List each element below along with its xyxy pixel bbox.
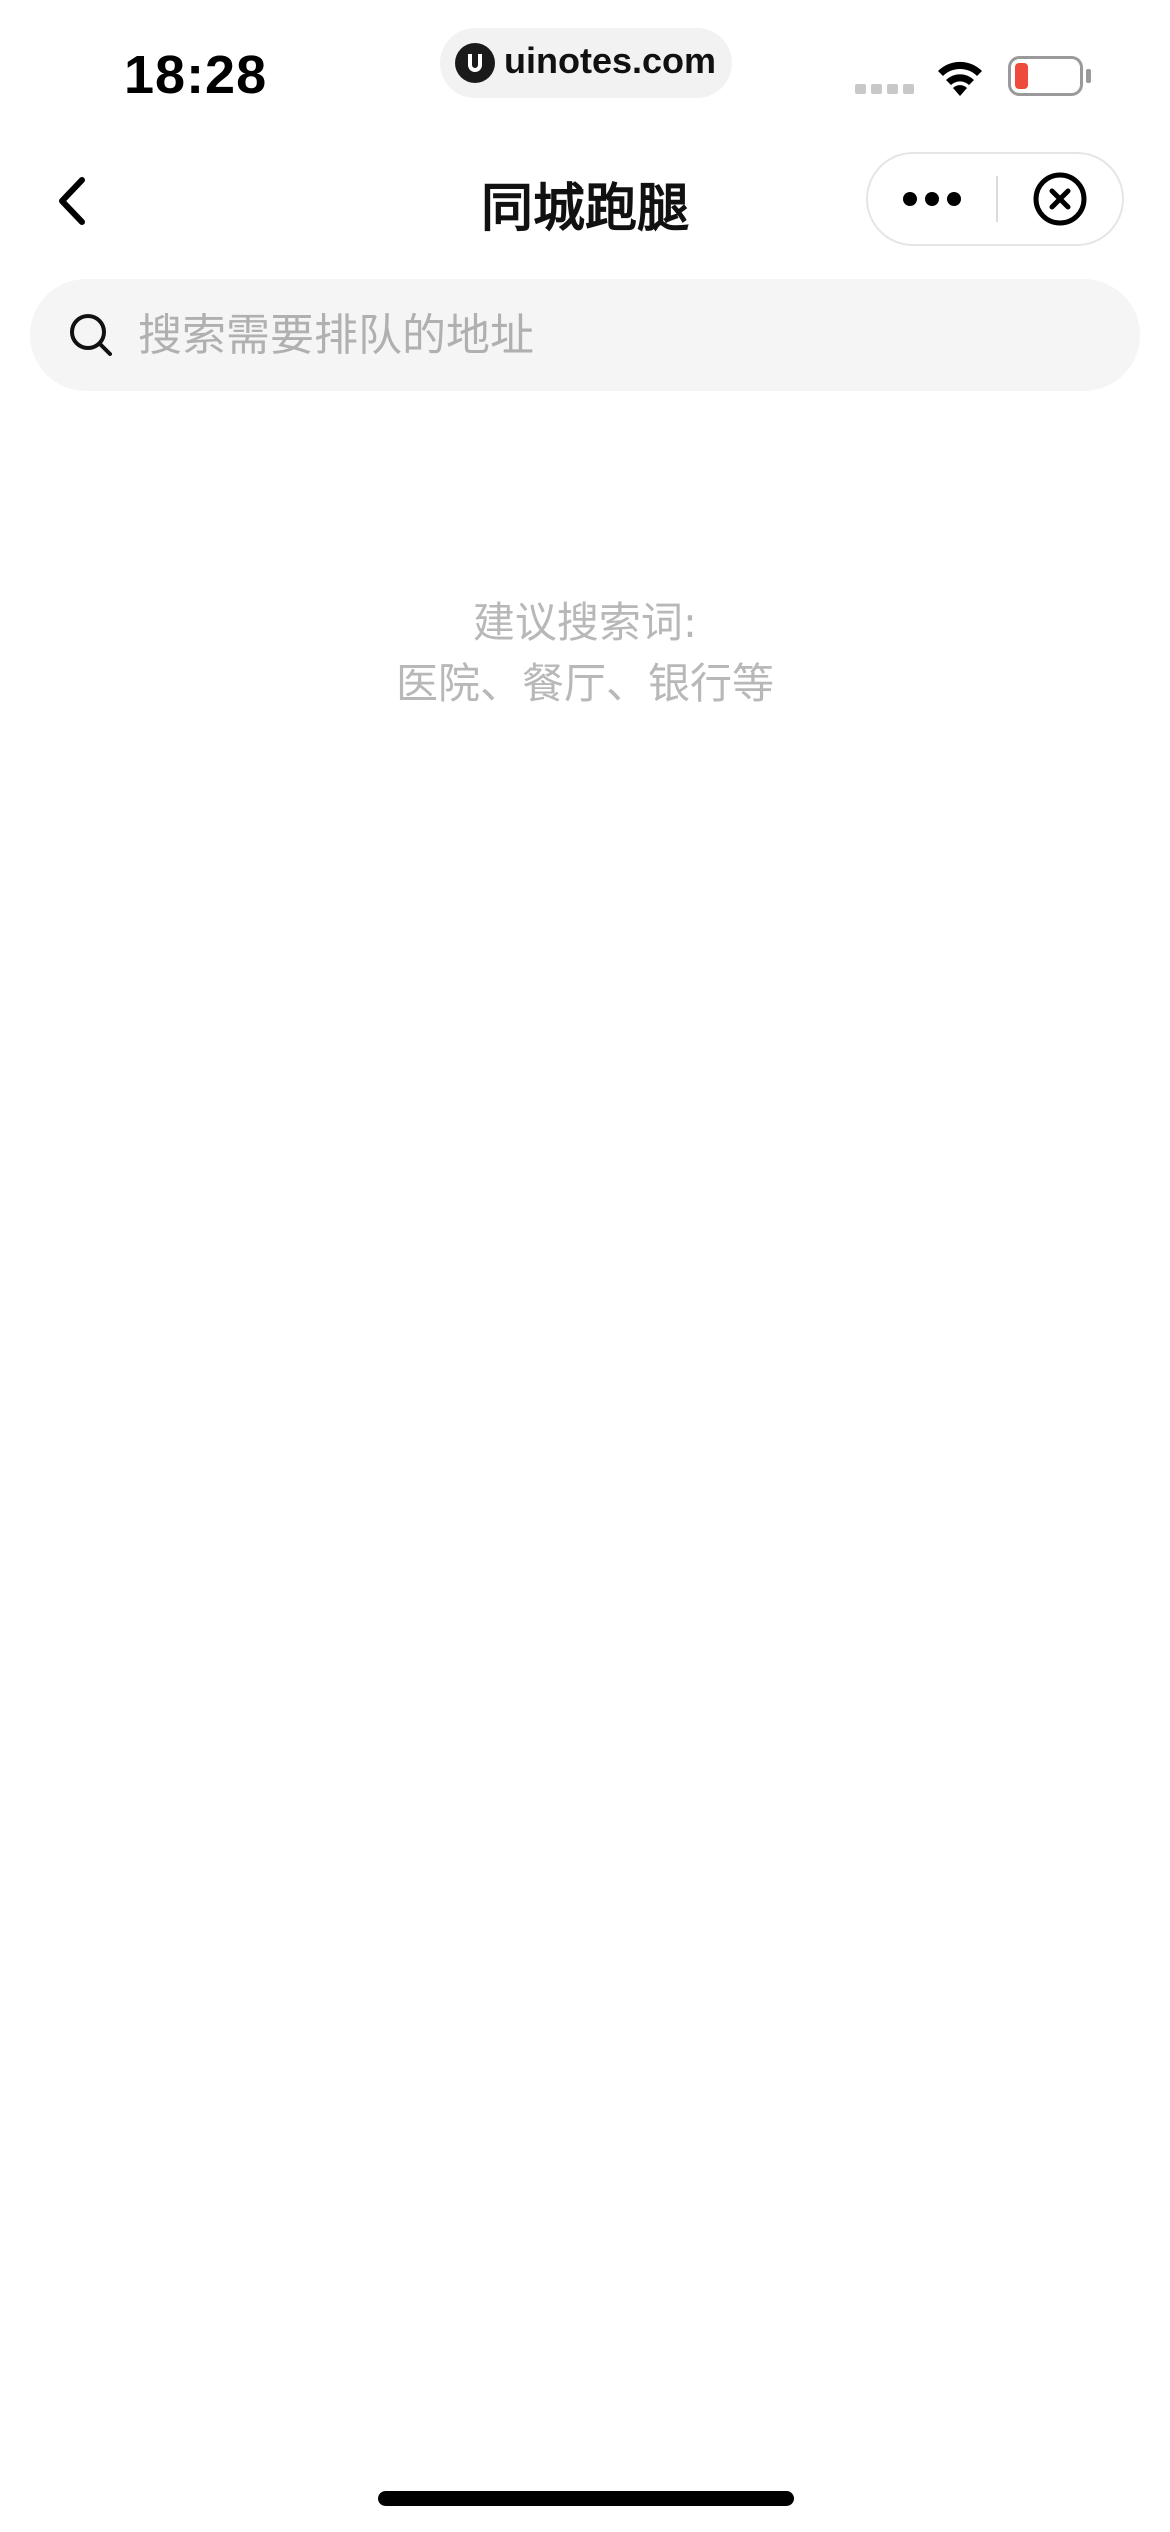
battery-level: [1015, 63, 1028, 89]
cellular-signal-icon: [855, 84, 914, 94]
nav-bar: 同城跑腿: [0, 140, 1170, 260]
more-dots-icon: [903, 192, 961, 206]
search-bar[interactable]: [30, 279, 1140, 391]
close-circle-icon: [1033, 172, 1087, 226]
home-indicator: [378, 2491, 794, 2506]
search-suggestion: 建议搜索词: 医院、餐厅、银行等: [0, 592, 1170, 714]
battery-icon: [1008, 56, 1091, 96]
wifi-icon: [938, 61, 982, 96]
url-pill[interactable]: uinotes.com: [440, 28, 732, 98]
status-bar: 18:28 uinotes.com: [0, 0, 1170, 130]
search-icon: [70, 314, 112, 356]
back-button[interactable]: [40, 162, 110, 238]
search-input[interactable]: [138, 279, 1098, 391]
suggestion-heading: 建议搜索词:: [472, 598, 698, 647]
url-text: uinotes.com: [504, 40, 717, 81]
status-time: 18:28: [124, 45, 268, 105]
mini-program-capsule: [866, 152, 1124, 246]
uinotes-logo-icon: [455, 43, 495, 83]
chevron-left-icon: [59, 177, 85, 225]
suggestion-examples: 医院、餐厅、银行等: [395, 659, 774, 708]
more-button[interactable]: [868, 154, 996, 244]
close-button[interactable]: [998, 154, 1124, 244]
